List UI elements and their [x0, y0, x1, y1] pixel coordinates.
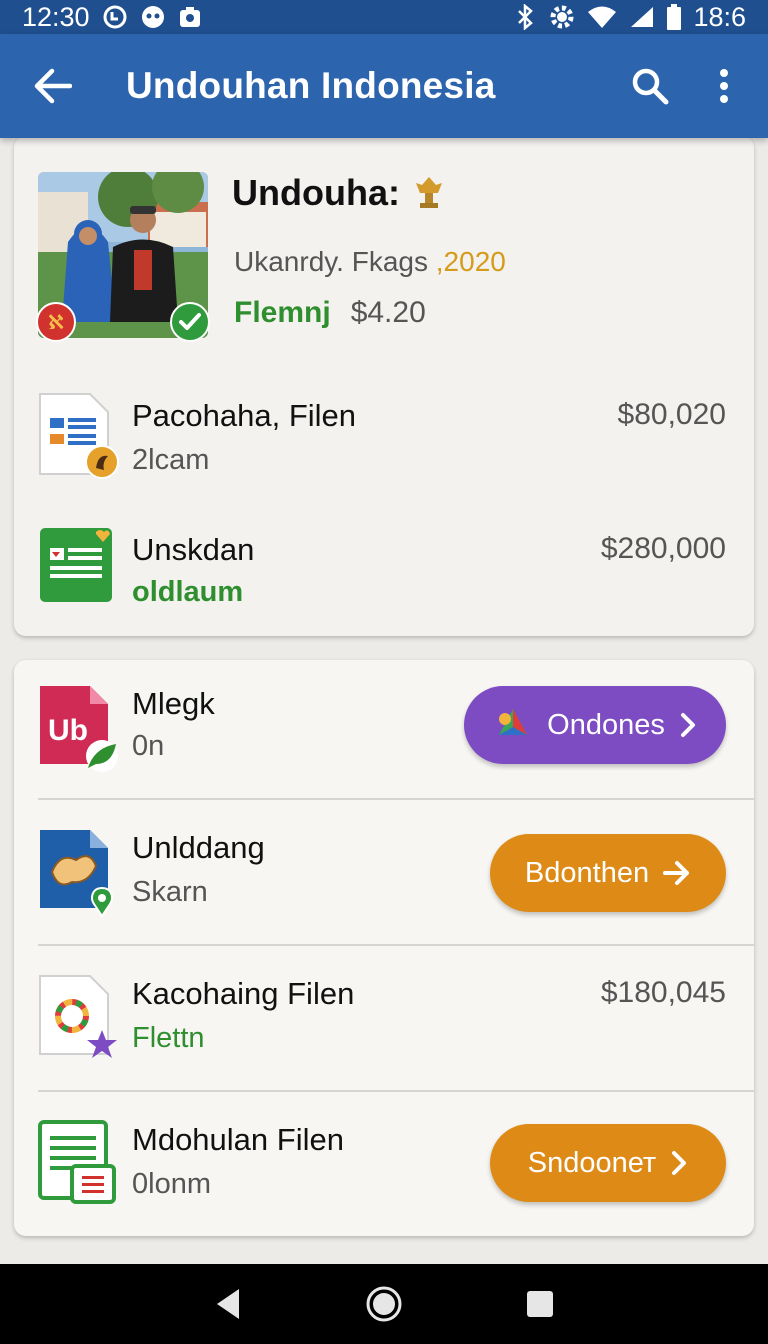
- row-subtitle: 2lcam: [132, 444, 210, 476]
- list-item[interactable]: Ub Mlegk 0n Ondones: [14, 682, 754, 792]
- wifi-icon: [587, 5, 617, 29]
- map-file-icon: [38, 828, 113, 918]
- list-item[interactable]: Kacohaing Filen Flettn $180,045: [14, 972, 754, 1082]
- ondones-button[interactable]: Ondones: [464, 686, 726, 764]
- navigation-bar: [0, 1264, 768, 1344]
- search-icon: [632, 68, 669, 105]
- row-title: Mdohulan Filen: [132, 1122, 344, 1157]
- trophy-icon: [415, 177, 442, 208]
- row-title: Unlddang: [132, 830, 265, 865]
- row-amount: $280,000: [600, 532, 726, 565]
- chevron-right-icon: [672, 1151, 687, 1175]
- nav-home-icon: [366, 1286, 402, 1322]
- bluetooth-icon: [513, 4, 537, 30]
- colorful-logo-icon: [499, 709, 528, 735]
- list-item[interactable]: Unlddang Skarn Bdonthen: [14, 826, 754, 936]
- row-title: Mlegk: [132, 686, 215, 721]
- spreadsheet-icon: [38, 526, 112, 606]
- status-bar: 12:30 18:6: [0, 0, 768, 34]
- back-button[interactable]: [22, 56, 82, 116]
- svg-text:Ub: Ub: [48, 714, 88, 747]
- nav-back-button[interactable]: [198, 1274, 258, 1334]
- bdonthen-button-label: Bdonthen: [524, 856, 650, 889]
- profile-status: Flemnj $4.20: [234, 296, 426, 330]
- row-subtitle: 0n: [132, 730, 165, 762]
- nav-recents-button[interactable]: [510, 1274, 570, 1334]
- more-options-button[interactable]: [696, 58, 752, 114]
- status-time-right: 18:6: [693, 1, 746, 32]
- row-subtitle: Skarn: [132, 876, 208, 908]
- files-card: Ub Mlegk 0n Ondones Unlddang Skarn Bdont…: [14, 660, 754, 1236]
- sndoonet-button[interactable]: Sndoonет: [490, 1124, 726, 1202]
- notification-icon: [140, 4, 166, 30]
- search-button[interactable]: [622, 58, 678, 114]
- nav-home-button[interactable]: [354, 1274, 414, 1334]
- profile-name-row: Undouha:: [232, 172, 444, 214]
- profile-name: Undouha:: [232, 172, 400, 213]
- list-item[interactable]: Mdohulan Filen 0lonm Sndoonет: [14, 1118, 754, 1228]
- more-vert-icon: [720, 69, 728, 103]
- profile-card: ℵ Undouha: Ukanrdy. Fkags ,2020 Flemnj $…: [14, 136, 754, 636]
- sheet-file-icon: [38, 1120, 116, 1204]
- sync-icon: [102, 4, 128, 30]
- row-subtitle: 0lonm: [132, 1168, 211, 1200]
- divider: [38, 798, 754, 800]
- row-subtitle: oldlaum: [132, 576, 244, 608]
- profile-meta-text: Ukanrdy. Fkags: [234, 246, 436, 277]
- profile-year: ,2020: [435, 246, 506, 277]
- row-title: Kacohaing Filen: [132, 976, 355, 1011]
- divider: [38, 1090, 754, 1092]
- nav-recents-icon: [527, 1291, 553, 1317]
- chevron-right-icon: [680, 713, 695, 737]
- app-bar: Undouhan Indonesia: [0, 34, 768, 138]
- status-time-left: 12:30: [22, 1, 90, 32]
- page-title: Undouhan Indonesia: [126, 65, 496, 106]
- profile-status-label: Flemnj: [234, 296, 331, 329]
- divider: [38, 944, 754, 946]
- gear-icon: [549, 4, 575, 30]
- row-title: Unskdan: [132, 532, 255, 567]
- profile-avatar[interactable]: ℵ: [36, 172, 210, 342]
- row-amount: $80,020: [617, 398, 726, 431]
- color-file-icon: [38, 974, 117, 1058]
- profile-meta: Ukanrdy. Fkags ,2020: [234, 246, 506, 278]
- row-amount: $180,045: [600, 976, 726, 1009]
- signal-icon: [629, 5, 655, 29]
- list-item[interactable]: Unskdan oldlaum $280,000: [14, 522, 754, 622]
- document-icon: [38, 392, 119, 479]
- sndoonet-button-label: Sndoonет: [527, 1146, 657, 1179]
- ondones-button-label: Ondones: [547, 708, 665, 741]
- list-item[interactable]: Pacohaha, Filen 2lcam $80,020: [14, 388, 754, 488]
- bag-icon: [178, 5, 202, 29]
- row-title: Pacohaha, Filen: [132, 398, 357, 433]
- profile-status-price: $4.20: [350, 296, 426, 329]
- app-ub-icon: Ub: [38, 684, 118, 772]
- row-subtitle: Flettn: [132, 1022, 205, 1054]
- arrow-right-icon: [663, 861, 690, 885]
- award-badge-icon: ℵ: [36, 302, 76, 342]
- battery-icon: [667, 4, 682, 30]
- bdonthen-button[interactable]: Bdonthen: [490, 834, 726, 912]
- verified-check-icon: [170, 302, 210, 342]
- arrow-left-icon: [34, 68, 72, 104]
- nav-back-icon: [217, 1289, 239, 1319]
